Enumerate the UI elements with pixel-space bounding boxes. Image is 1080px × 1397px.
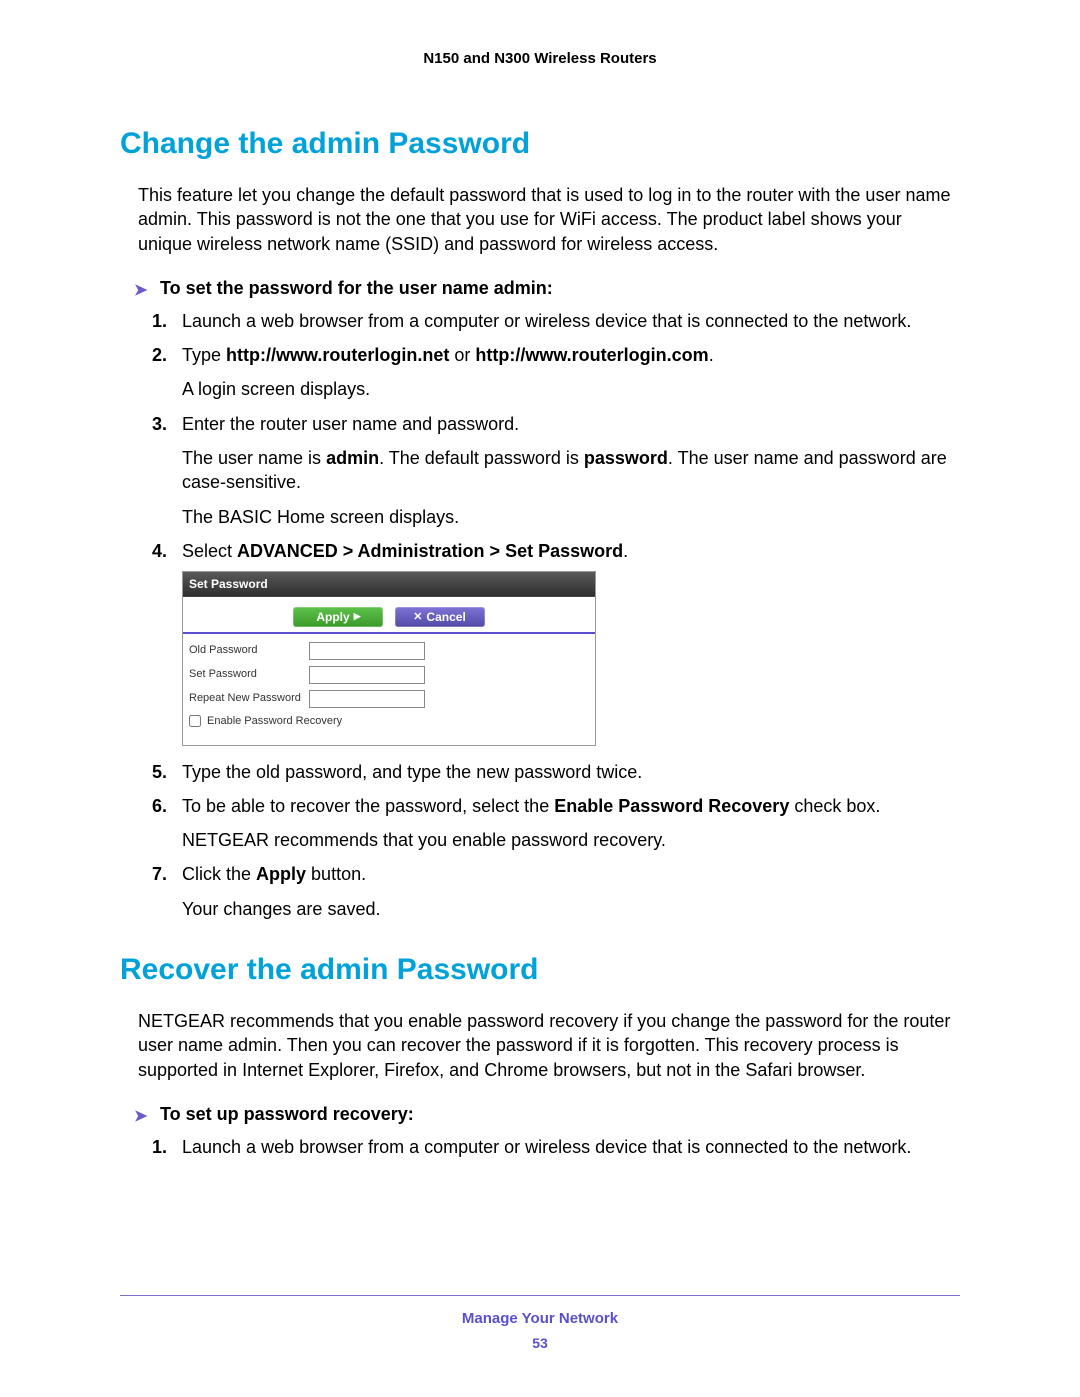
- step-1-recovery: 1. Launch a web browser from a computer …: [178, 1135, 960, 1159]
- procedure-heading-recovery: ➤ To set up password recovery:: [120, 1104, 960, 1125]
- step-1: 1. Launch a web browser from a computer …: [178, 309, 960, 333]
- chevron-right-icon: ➤: [134, 280, 147, 300]
- step-3-note2: The BASIC Home screen displays.: [182, 505, 960, 529]
- step-5-text: Type the old password, and type the new …: [182, 762, 642, 782]
- cancel-button[interactable]: ✕ Cancel: [395, 607, 485, 627]
- old-password-label: Old Password: [189, 643, 309, 658]
- step-2: 2. Type http://www.routerlogin.net or ht…: [178, 343, 960, 402]
- step-6-note: NETGEAR recommends that you enable passw…: [182, 828, 960, 852]
- chapter-title: Manage Your Network: [120, 1310, 960, 1327]
- step-4: 4. Select ADVANCED > Administration > Se…: [178, 539, 960, 746]
- step-4-text: Select ADVANCED > Administration > Set P…: [182, 541, 628, 561]
- step-7-text: Click the Apply button.: [182, 864, 366, 884]
- close-icon: ✕: [413, 610, 422, 623]
- set-password-row: Set Password: [189, 666, 589, 684]
- section-change-password-title: Change the admin Password: [120, 127, 960, 161]
- procedure-heading-text: To set the password for the user name ad…: [160, 278, 553, 298]
- step-3-text: Enter the router user name and password.: [182, 414, 519, 434]
- repeat-password-row: Repeat New Password: [189, 690, 589, 708]
- set-password-input[interactable]: [309, 666, 425, 684]
- step-6-text: To be able to recover the password, sele…: [182, 796, 880, 816]
- step-7: 7. Click the Apply button. Your changes …: [178, 862, 960, 921]
- procedure-heading-text: To set up password recovery:: [160, 1104, 414, 1124]
- panel-title: Set Password: [183, 572, 595, 597]
- step-3-note1: The user name is admin. The default pass…: [182, 446, 960, 495]
- apply-button[interactable]: Apply ▶: [293, 607, 383, 627]
- set-password-panel: Set Password Apply ▶ ✕ Cancel Old Passwo…: [182, 571, 596, 745]
- set-password-label: Set Password: [189, 667, 309, 682]
- enable-recovery-row: Enable Password Recovery: [189, 714, 589, 729]
- panel-button-row: Apply ▶ ✕ Cancel: [183, 597, 595, 633]
- old-password-input[interactable]: [309, 642, 425, 660]
- doc-header: N150 and N300 Wireless Routers: [120, 50, 960, 67]
- apply-button-label: Apply: [316, 610, 349, 624]
- step-1-recovery-text: Launch a web browser from a computer or …: [182, 1137, 911, 1157]
- step-2-text: Type http://www.routerlogin.net or http:…: [182, 345, 714, 365]
- chevron-right-icon: ▶: [354, 611, 361, 622]
- section-recover-password-title: Recover the admin Password: [120, 953, 960, 987]
- old-password-row: Old Password: [189, 642, 589, 660]
- cancel-button-label: Cancel: [426, 610, 465, 624]
- section2-intro: NETGEAR recommends that you enable passw…: [138, 1009, 960, 1082]
- step-2-note: A login screen displays.: [182, 377, 960, 401]
- step-7-note: Your changes are saved.: [182, 897, 960, 921]
- step-1-text: Launch a web browser from a computer or …: [182, 311, 911, 331]
- step-3: 3. Enter the router user name and passwo…: [178, 412, 960, 529]
- enable-recovery-checkbox[interactable]: [189, 715, 201, 727]
- step-5: 5. Type the old password, and type the n…: [178, 760, 960, 784]
- chevron-right-icon: ➤: [134, 1106, 147, 1126]
- page-number: 53: [120, 1335, 960, 1351]
- footer-rule: [120, 1295, 960, 1296]
- procedure-heading-set-password: ➤ To set the password for the user name …: [120, 278, 960, 299]
- enable-recovery-label: Enable Password Recovery: [207, 714, 342, 729]
- repeat-password-label: Repeat New Password: [189, 691, 309, 706]
- section1-intro: This feature let you change the default …: [138, 183, 960, 256]
- step-6: 6. To be able to recover the password, s…: [178, 794, 960, 853]
- page-footer: Manage Your Network 53: [120, 1295, 960, 1351]
- repeat-password-input[interactable]: [309, 690, 425, 708]
